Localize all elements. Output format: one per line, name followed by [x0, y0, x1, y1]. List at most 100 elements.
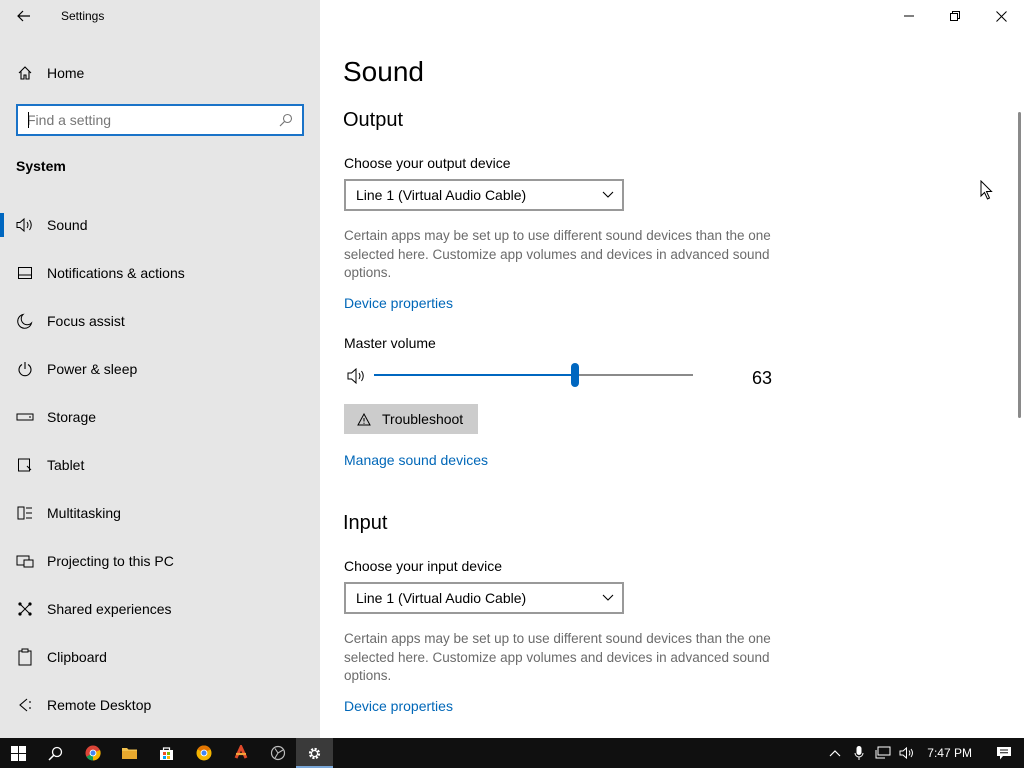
- app-title: Settings: [61, 9, 105, 23]
- home-icon: [16, 64, 34, 82]
- troubleshoot-button[interactable]: Troubleshoot: [344, 404, 478, 434]
- remote-desktop-icon: [15, 695, 35, 715]
- network-icon: [875, 746, 891, 759]
- volume-icon[interactable]: [346, 365, 368, 387]
- page-title: Sound: [343, 56, 424, 87]
- taskbar-clock[interactable]: 7:47 PM: [919, 746, 984, 760]
- output-device-value: Line 1 (Virtual Audio Cable): [356, 187, 527, 203]
- output-device-label: Choose your output device: [344, 155, 511, 171]
- volume-slider[interactable]: [374, 363, 693, 387]
- input-device-properties-link[interactable]: Device properties: [344, 698, 453, 714]
- volume-value: 63: [752, 368, 773, 388]
- speaker-icon: [15, 215, 35, 235]
- back-button[interactable]: [10, 4, 38, 28]
- taskbar-file-explorer[interactable]: [111, 738, 148, 768]
- action-center-icon: [997, 746, 1011, 759]
- system-tray: 7:47 PM: [823, 738, 1024, 768]
- input-description: Certain apps may be set up to use differ…: [344, 631, 771, 683]
- output-device-properties-link[interactable]: Device properties: [344, 295, 453, 311]
- sidebar-item-label: Remote Desktop: [47, 697, 152, 713]
- minimize-button[interactable]: [886, 0, 932, 32]
- master-volume-row: 63: [344, 362, 784, 390]
- sidebar-item-storage[interactable]: Storage: [0, 393, 320, 441]
- input-device-label: Choose your input device: [344, 558, 502, 574]
- taskbar-settings[interactable]: [296, 738, 333, 768]
- close-button[interactable]: [978, 0, 1024, 32]
- folder-icon: [122, 748, 137, 759]
- microphone-icon: [854, 746, 864, 760]
- mouse-cursor-icon: [980, 180, 993, 200]
- search-icon[interactable]: [276, 110, 296, 130]
- app-icon: [234, 745, 247, 759]
- clipboard-icon: [15, 647, 35, 667]
- windows-logo-icon: [11, 745, 26, 761]
- warning-icon: [356, 411, 372, 427]
- sidebar-item-label: Multitasking: [47, 505, 121, 521]
- input-heading: Input: [343, 512, 388, 534]
- tray-volume[interactable]: [895, 738, 919, 768]
- browser-icon: [196, 745, 211, 761]
- multitasking-icon: [15, 503, 35, 523]
- sidebar-item-remote-desktop[interactable]: Remote Desktop: [0, 681, 320, 729]
- sidebar-item-power-sleep[interactable]: Power & sleep: [0, 345, 320, 393]
- taskbar-search-button[interactable]: [37, 738, 74, 768]
- sidebar-item-label: Sound: [47, 217, 88, 233]
- window-controls: [886, 0, 1024, 32]
- input-device-dropdown[interactable]: Line 1 (Virtual Audio Cable): [344, 582, 624, 614]
- sidebar-item-multitasking[interactable]: Multitasking: [0, 489, 320, 537]
- output-device-dropdown[interactable]: Line 1 (Virtual Audio Cable): [344, 179, 624, 211]
- sidebar-item-label: Shared experiences: [47, 601, 172, 617]
- action-center-button[interactable]: [984, 738, 1024, 768]
- sidebar-item-label: Focus assist: [47, 313, 125, 329]
- volume-slider-fill: [374, 374, 575, 376]
- sidebar-item-sound[interactable]: Sound: [0, 201, 320, 249]
- shared-experiences-icon: [15, 599, 35, 619]
- sidebar-item-notifications[interactable]: Notifications & actions: [0, 249, 320, 297]
- taskbar-chrome[interactable]: [74, 738, 111, 768]
- start-button[interactable]: [0, 738, 37, 768]
- master-volume-label: Master volume: [344, 335, 436, 351]
- sidebar-item-focus-assist[interactable]: Focus assist: [0, 297, 320, 345]
- restore-icon: [950, 11, 960, 21]
- sidebar-item-shared-experiences[interactable]: Shared experiences: [0, 585, 320, 633]
- tray-overflow-button[interactable]: [823, 738, 847, 768]
- text-caret: [28, 112, 29, 128]
- volume-slider-thumb[interactable]: [571, 363, 579, 387]
- troubleshoot-label: Troubleshoot: [382, 411, 464, 427]
- search-input[interactable]: [18, 106, 276, 134]
- sidebar-item-home[interactable]: Home: [0, 58, 320, 88]
- output-description: Certain apps may be set up to use differ…: [344, 228, 771, 280]
- gear-icon: [308, 747, 321, 759]
- taskbar-app-circle[interactable]: [259, 738, 296, 768]
- title-bar: Settings: [0, 0, 320, 32]
- storage-icon: [15, 407, 35, 427]
- store-icon: [160, 746, 173, 760]
- sidebar-item-label: Storage: [47, 409, 97, 425]
- sidebar-item-projecting[interactable]: Projecting to this PC: [0, 537, 320, 585]
- tablet-icon: [15, 455, 35, 475]
- manage-sound-devices-link[interactable]: Manage sound devices: [344, 452, 488, 468]
- section-heading-system: System: [16, 158, 66, 174]
- taskbar-apps: [0, 738, 333, 768]
- input-device-value: Line 1 (Virtual Audio Cable): [356, 590, 527, 606]
- content-scrollbar[interactable]: [1018, 112, 1021, 418]
- back-arrow-icon: [17, 10, 30, 22]
- app-circle-icon: [270, 745, 285, 761]
- taskbar-app-red[interactable]: [222, 738, 259, 768]
- close-icon: [995, 10, 1007, 22]
- tray-microphone[interactable]: [847, 738, 871, 768]
- search-icon: [48, 746, 63, 761]
- restore-button[interactable]: [932, 0, 978, 32]
- taskbar-chrome-canary[interactable]: [185, 738, 222, 768]
- sidebar-item-tablet[interactable]: Tablet: [0, 441, 320, 489]
- search-box[interactable]: [16, 104, 304, 136]
- power-icon: [15, 359, 35, 379]
- taskbar-store[interactable]: [148, 738, 185, 768]
- projecting-icon: [15, 551, 35, 571]
- sidebar-item-clipboard[interactable]: Clipboard: [0, 633, 320, 681]
- speaker-icon: [899, 746, 914, 760]
- tray-network[interactable]: [871, 738, 895, 768]
- chrome-icon: [85, 745, 101, 761]
- minimize-icon: [904, 15, 914, 17]
- sidebar-item-label: Notifications & actions: [47, 265, 185, 281]
